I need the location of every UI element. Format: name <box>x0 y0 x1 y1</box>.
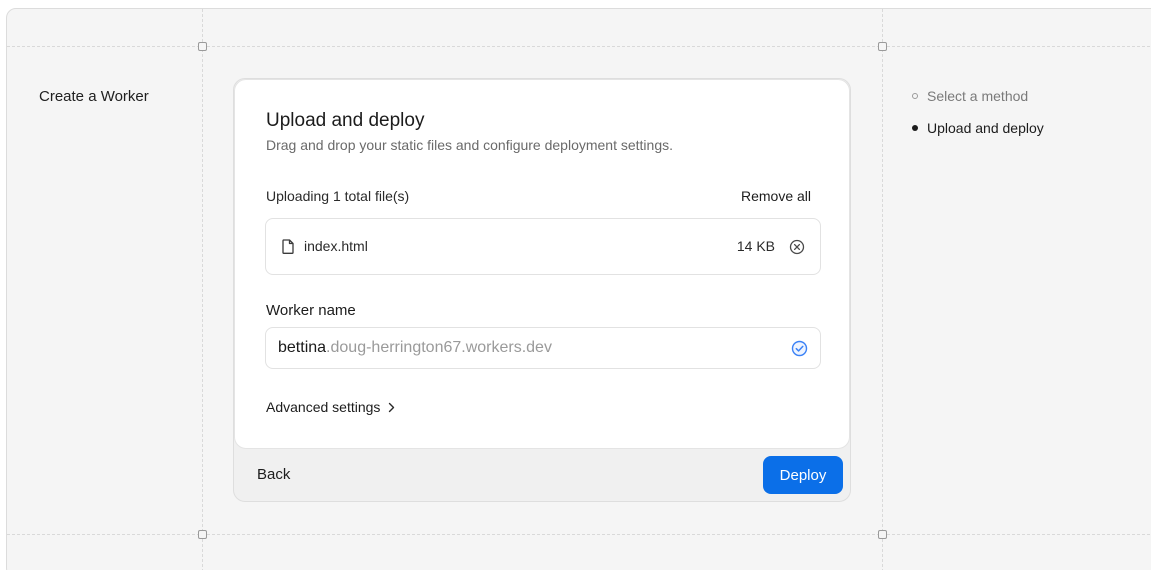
worker-domain-suffix: .doug-herrington67.workers.dev <box>326 339 552 356</box>
file-size: 14 KB <box>736 238 775 254</box>
advanced-settings-toggle[interactable]: Advanced settings <box>266 399 395 415</box>
upload-count: Uploading 1 total file(s) <box>266 188 410 204</box>
card-subtitle: Drag and drop your static files and conf… <box>266 137 674 153</box>
step-indicator-icon <box>912 93 918 99</box>
upload-card: Upload and deploy Drag and drop your sta… <box>234 79 850 449</box>
file-list-item: index.html 14 KB <box>265 218 821 275</box>
remove-all-button[interactable]: Remove all <box>741 188 811 204</box>
page-title: Create a Worker <box>39 88 149 105</box>
worker-name-value: bettina <box>278 339 327 356</box>
guide-line-top <box>7 46 1151 47</box>
worker-name-label: Worker name <box>266 302 356 319</box>
corner-handle <box>198 530 207 539</box>
step-select-method[interactable]: Select a method <box>912 88 1044 104</box>
step-list: Select a method Upload and deploy <box>912 88 1044 152</box>
chevron-right-icon <box>389 402 395 412</box>
remove-file-icon[interactable] <box>789 239 805 255</box>
guide-line-left <box>202 9 203 570</box>
back-button[interactable]: Back <box>257 466 290 483</box>
worker-name-input[interactable]: bettina.doug-herrington67.workers.dev <box>265 327 821 369</box>
check-circle-icon <box>791 340 808 357</box>
card-title: Upload and deploy <box>266 110 425 131</box>
step-upload-deploy[interactable]: Upload and deploy <box>912 120 1044 136</box>
guide-line-bottom <box>7 534 1151 535</box>
file-name: index.html <box>304 238 368 254</box>
corner-handle <box>878 42 887 51</box>
guide-line-right <box>882 9 883 570</box>
step-label: Select a method <box>927 88 1029 104</box>
step-label: Upload and deploy <box>927 120 1044 136</box>
deploy-button[interactable]: Deploy <box>763 456 843 494</box>
advanced-settings-label: Advanced settings <box>266 399 381 415</box>
corner-handle <box>198 42 207 51</box>
file-icon <box>282 239 294 254</box>
corner-handle <box>878 530 887 539</box>
step-indicator-icon <box>912 125 918 131</box>
